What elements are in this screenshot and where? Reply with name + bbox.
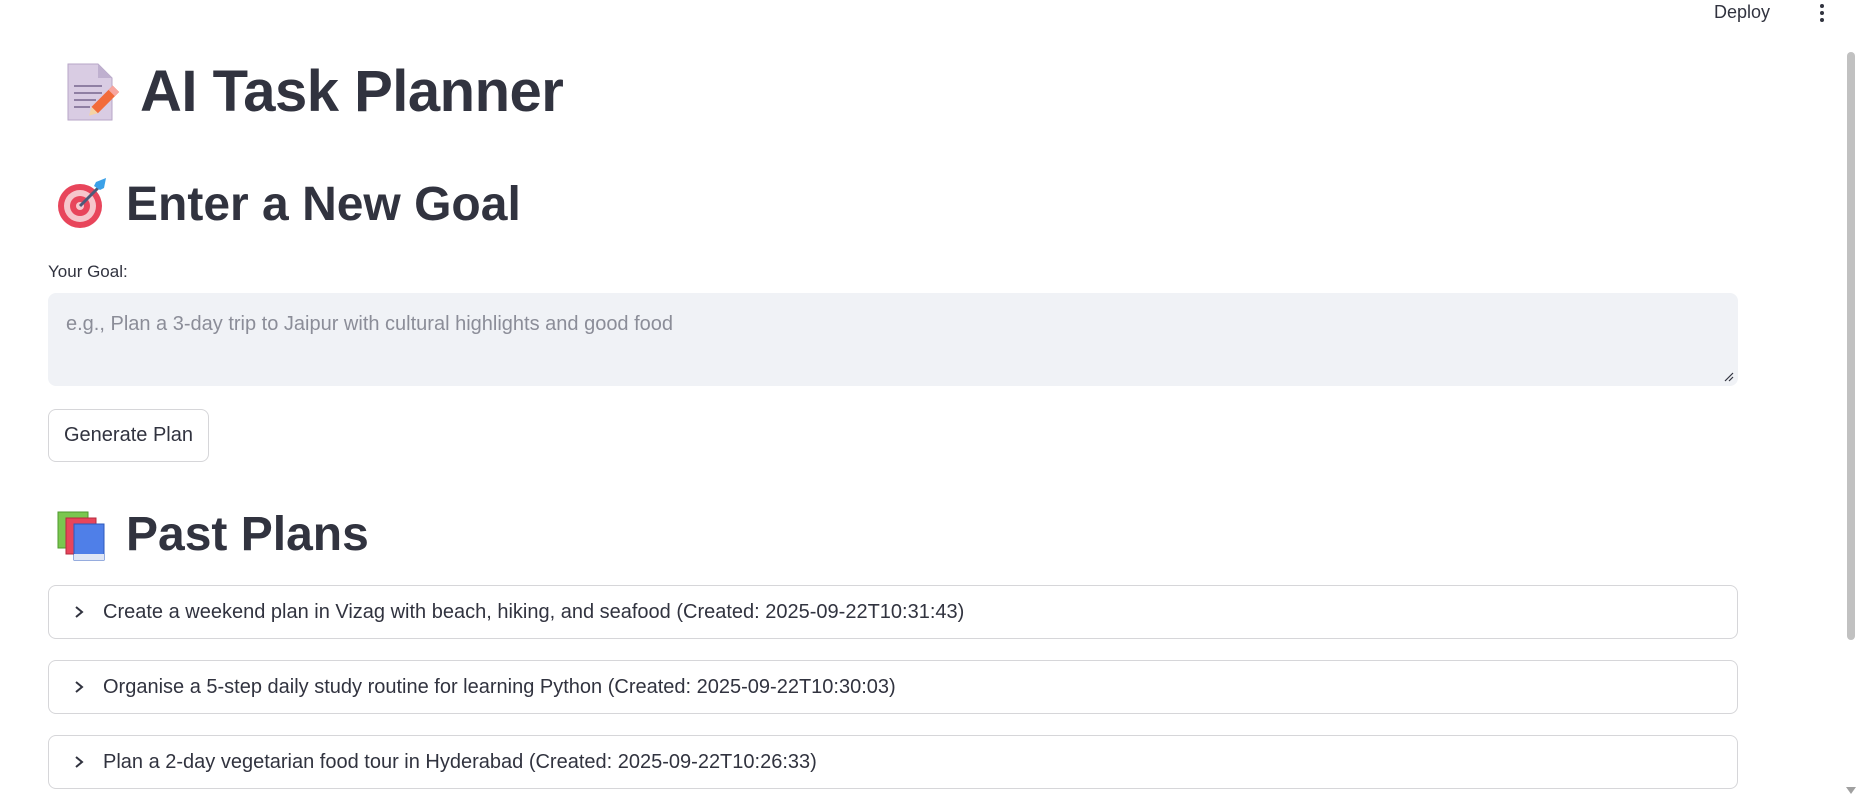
goal-input[interactable] <box>48 293 1738 386</box>
app-root: Deploy AI Task Planner Enter a New Goal … <box>0 0 1858 796</box>
top-toolbar: Deploy <box>1658 0 1858 28</box>
past-plan-label: Organise a 5-step daily study routine fo… <box>103 675 896 698</box>
scroll-down-arrow-icon[interactable] <box>1846 787 1856 794</box>
past-plans-heading: Past Plans <box>54 506 369 562</box>
goal-section-title: Enter a New Goal <box>126 177 521 231</box>
vertical-scrollbar[interactable] <box>1844 40 1858 796</box>
scrollbar-thumb[interactable] <box>1847 52 1855 640</box>
past-plan-label: Plan a 2-day vegetarian food tour in Hyd… <box>103 750 817 773</box>
resize-handle-icon[interactable] <box>1724 372 1734 382</box>
past-plan-label: Create a weekend plan in Vizag with beac… <box>103 600 965 623</box>
past-plans-title: Past Plans <box>126 507 369 561</box>
page-title: AI Task Planner <box>62 58 564 125</box>
past-plan-expander[interactable]: Plan a 2-day vegetarian food tour in Hyd… <box>48 735 1738 789</box>
goal-input-label: Your Goal: <box>48 262 128 281</box>
target-icon <box>54 176 110 232</box>
past-plan-expander[interactable]: Create a weekend plan in Vizag with beac… <box>48 585 1738 639</box>
memo-icon <box>62 60 120 124</box>
kebab-menu-icon[interactable] <box>1812 2 1832 24</box>
past-plan-expander[interactable]: Organise a 5-step daily study routine fo… <box>48 660 1738 714</box>
chevron-right-icon <box>69 677 89 697</box>
page-title-text: AI Task Planner <box>140 59 564 124</box>
books-icon <box>54 506 110 562</box>
deploy-button[interactable]: Deploy <box>1714 2 1770 23</box>
goal-section-heading: Enter a New Goal <box>54 176 521 232</box>
chevron-right-icon <box>69 752 89 772</box>
chevron-right-icon <box>69 602 89 622</box>
generate-plan-button[interactable]: Generate Plan <box>48 409 209 462</box>
